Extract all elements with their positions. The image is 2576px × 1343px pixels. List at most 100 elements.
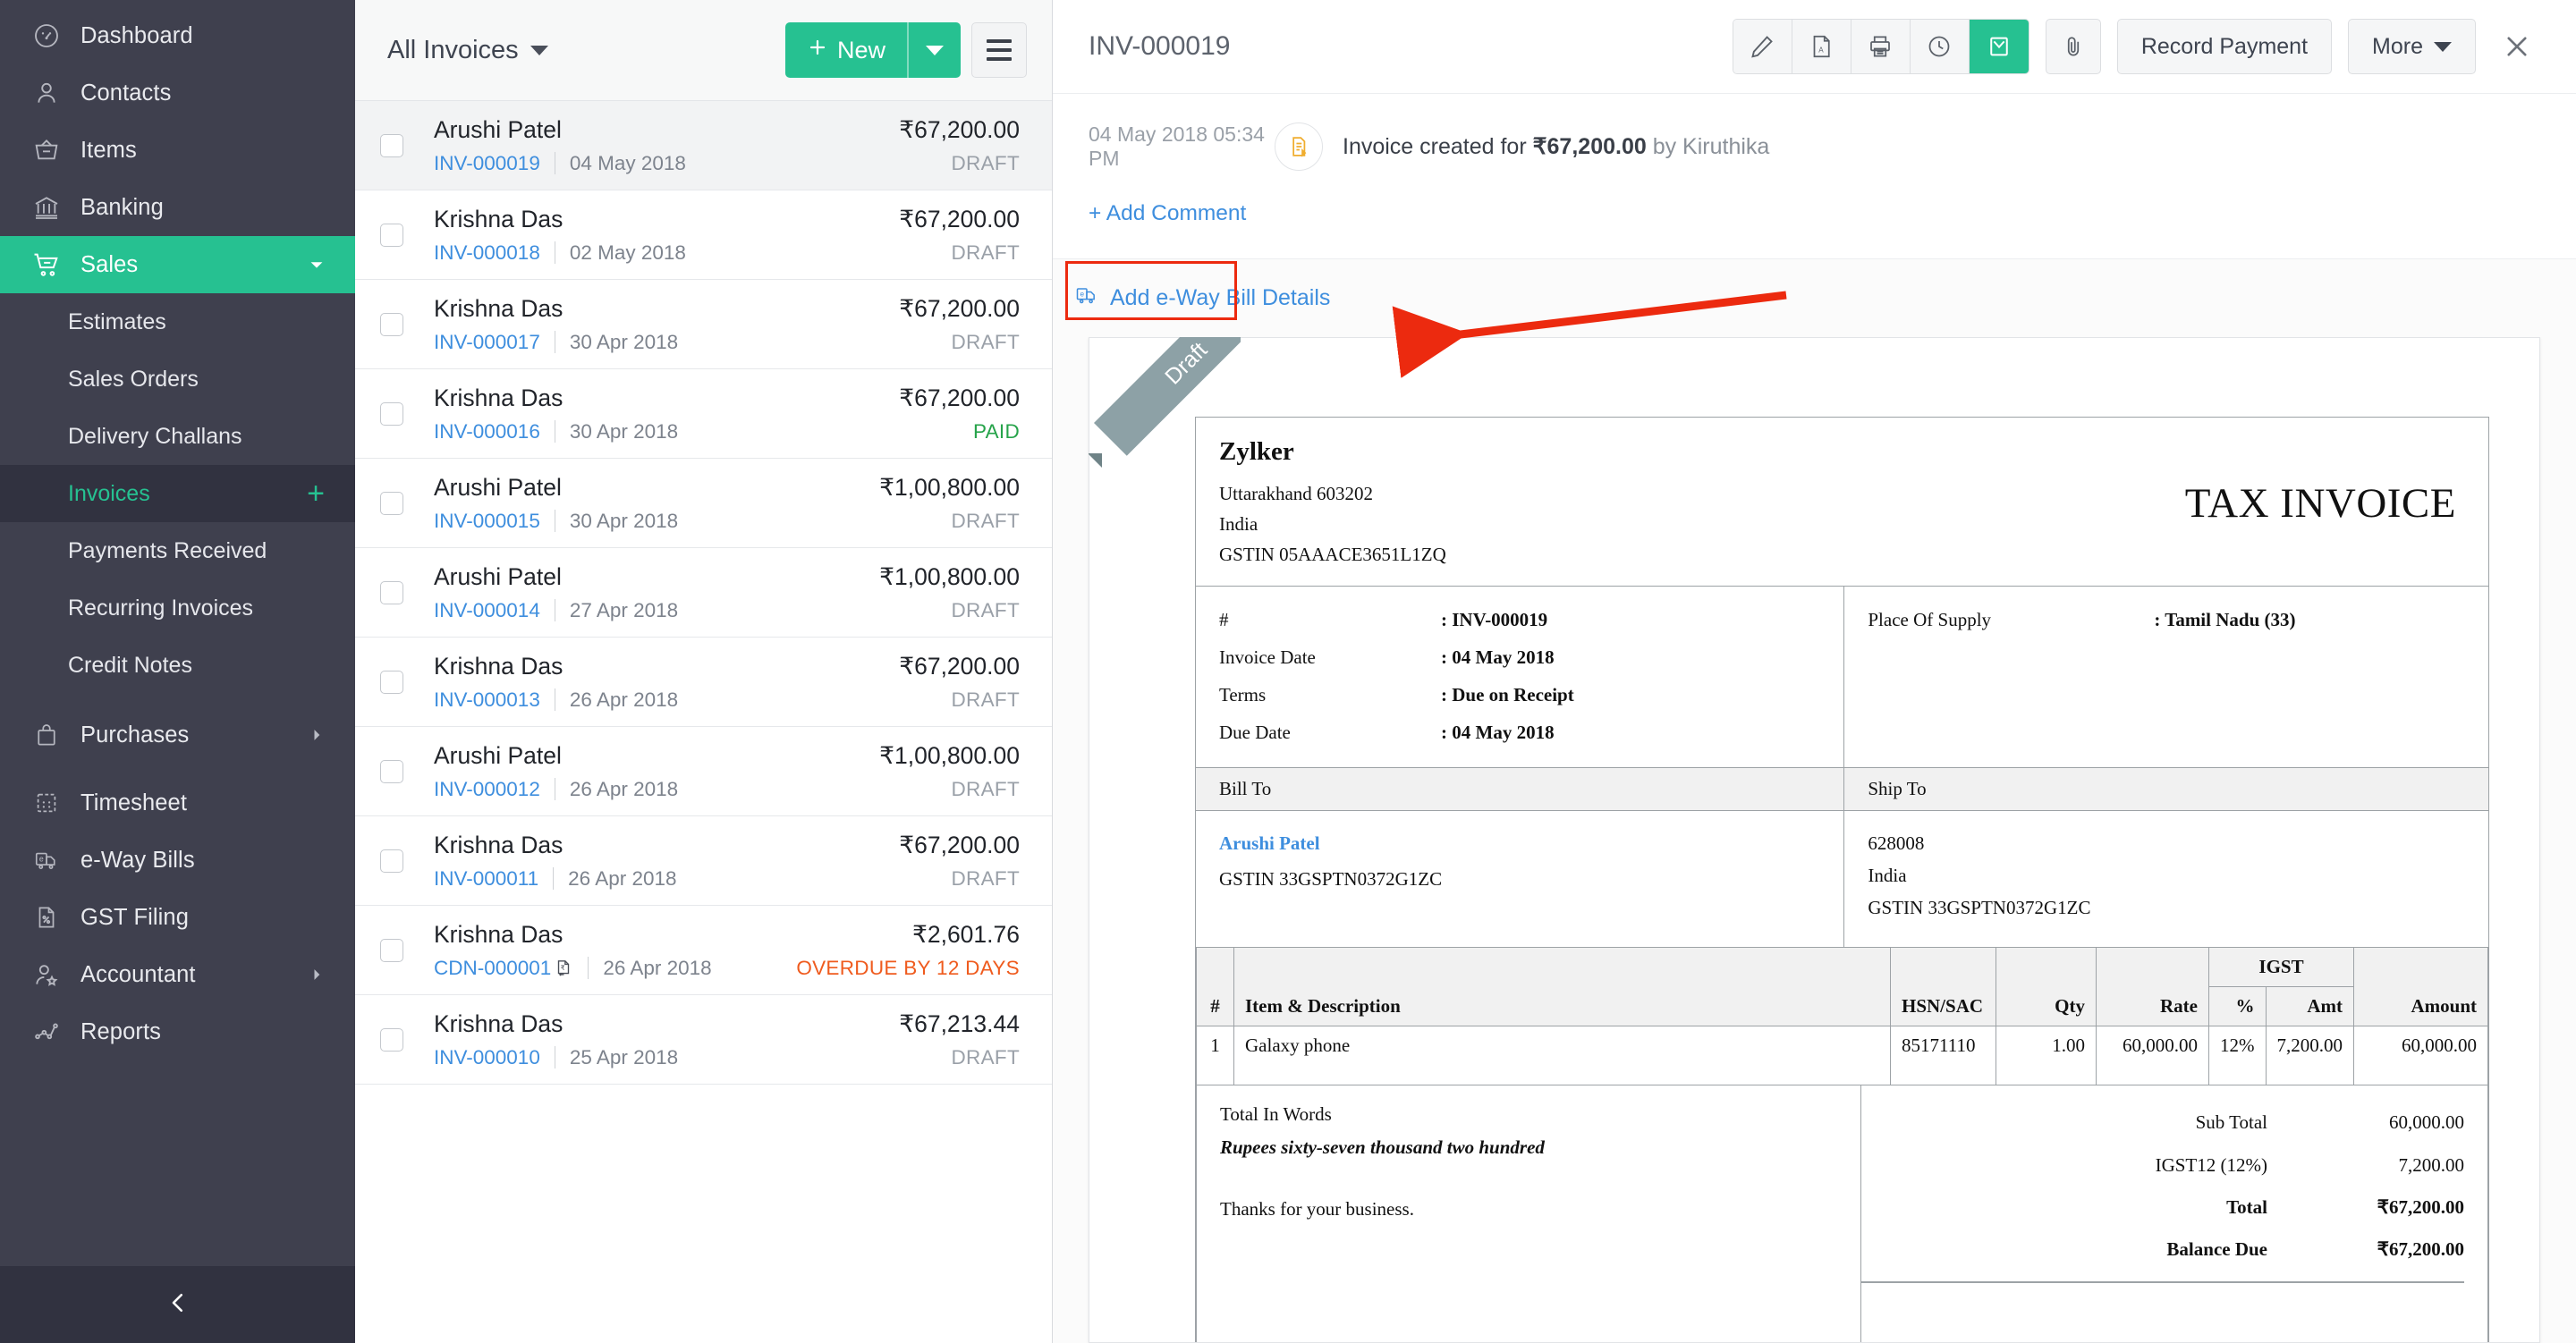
- total-value: 7,200.00: [2303, 1145, 2464, 1187]
- paperclip-icon[interactable]: [2046, 19, 2101, 74]
- sidebar-item-items[interactable]: Items: [0, 122, 355, 179]
- chevron-down-icon: [307, 255, 326, 275]
- sidebar-item-purchases[interactable]: Purchases: [0, 706, 355, 764]
- invoice-date: 02 May 2018: [570, 241, 686, 265]
- sidebar-item-timesheet[interactable]: Timesheet: [0, 774, 355, 832]
- clock-history-icon[interactable]: [1911, 20, 1970, 73]
- invoice-date: 27 Apr 2018: [570, 599, 678, 622]
- invoice-number-link[interactable]: INV-000012: [434, 778, 540, 801]
- record-payment-label: Record Payment: [2141, 34, 2308, 60]
- more-button[interactable]: More: [2348, 19, 2476, 74]
- page-title: INV-000019: [1089, 31, 1733, 62]
- eway-truck-icon: e: [30, 844, 63, 876]
- customer-name: Krishna Das: [434, 206, 885, 233]
- table-row[interactable]: Krishna DasINV-00001802 May 2018₹67,200.…: [355, 190, 1052, 280]
- customer-name: Krishna Das: [434, 295, 885, 323]
- sidebar-item-eway-bills[interactable]: e e-Way Bills: [0, 832, 355, 889]
- sidebar-item-gst-filing[interactable]: GST Filing: [0, 889, 355, 946]
- pdf-file-icon[interactable]: A: [1792, 20, 1852, 73]
- row-subline: CDN-000001₹26 Apr 2018: [434, 957, 782, 980]
- sidebar-item-dashboard[interactable]: Dashboard: [0, 7, 355, 64]
- bill-to-name[interactable]: Arushi Patel: [1219, 827, 1820, 859]
- document-type-title: TAX INVOICE: [2185, 479, 2465, 528]
- row-checkbox[interactable]: [380, 402, 403, 426]
- line-items-head: # Item & Description HSN/SAC Qty Rate IG…: [1197, 948, 2488, 1026]
- invoice-filter-dropdown[interactable]: All Invoices: [387, 36, 775, 65]
- row-checkbox[interactable]: [380, 224, 403, 247]
- total-line: Sub Total60,000.00: [1861, 1102, 2464, 1144]
- sidebar-item-sales[interactable]: Sales: [0, 236, 355, 293]
- add-invoice-icon[interactable]: +: [307, 478, 325, 509]
- table-row[interactable]: Krishna DasINV-00001730 Apr 2018₹67,200.…: [355, 280, 1052, 369]
- invoice-number-link[interactable]: INV-000016: [434, 420, 540, 443]
- sidebar-item-delivery-challans[interactable]: Delivery Challans: [0, 408, 355, 465]
- row-checkbox[interactable]: [380, 849, 403, 873]
- invoice-activity-section: 04 May 2018 05:34 PM Invoice created for…: [1053, 94, 2576, 259]
- invoice-amount: ₹67,200.00: [899, 384, 1020, 412]
- sidebar-item-estimates[interactable]: Estimates: [0, 293, 355, 351]
- close-x-icon[interactable]: [2488, 18, 2546, 75]
- total-label: Total: [2226, 1187, 2303, 1229]
- ship-to-line2: India: [1868, 859, 2465, 891]
- row-checkbox[interactable]: [380, 134, 403, 157]
- sidebar-item-payments-received[interactable]: Payments Received: [0, 522, 355, 579]
- invoice-number-link[interactable]: INV-000018: [434, 241, 540, 265]
- activity-text: Invoice created for ₹67,200.00 by Kiruth…: [1343, 133, 1769, 160]
- list-view-icon[interactable]: [971, 22, 1027, 78]
- invoice-number-text: INV-000010: [434, 1046, 540, 1068]
- table-row[interactable]: Arushi PatelINV-00001530 Apr 2018₹1,00,8…: [355, 459, 1052, 548]
- invoice-number-link[interactable]: INV-000011: [434, 867, 538, 891]
- row-checkbox[interactable]: [380, 760, 403, 783]
- sidebar-item-credit-notes[interactable]: Credit Notes: [0, 637, 355, 694]
- invoice-amount: ₹67,213.44: [899, 1010, 1020, 1038]
- new-invoice-dropdown-toggle[interactable]: [909, 22, 961, 78]
- invoice-number-link[interactable]: INV-000019: [434, 152, 540, 175]
- table-row[interactable]: Arushi PatelINV-00001226 Apr 2018₹1,00,8…: [355, 727, 1052, 816]
- table-row[interactable]: Krishna DasINV-00001326 Apr 2018₹67,200.…: [355, 638, 1052, 727]
- chevron-left-icon: [165, 1289, 191, 1321]
- row-right: ₹67,200.00DRAFT: [899, 832, 1020, 891]
- invoice-note-icon: [1275, 122, 1323, 171]
- sidebar-item-reports[interactable]: Reports: [0, 1003, 355, 1060]
- invoice-number-link[interactable]: INV-000015: [434, 510, 540, 533]
- table-row[interactable]: Krishna DasCDN-000001₹26 Apr 2018₹2,601.…: [355, 906, 1052, 995]
- row-right: ₹67,213.44DRAFT: [899, 1010, 1020, 1069]
- row-checkbox[interactable]: [380, 492, 403, 515]
- edit-pencil-icon[interactable]: [1733, 20, 1792, 73]
- new-invoice-main[interactable]: New: [785, 22, 907, 78]
- invoice-number-text: INV-000015: [434, 510, 540, 532]
- row-checkbox[interactable]: [380, 1028, 403, 1052]
- invoice-number-link[interactable]: INV-000013: [434, 688, 540, 712]
- invoice-list-body[interactable]: Arushi PatelINV-00001904 May 2018₹67,200…: [355, 101, 1052, 1343]
- table-row[interactable]: Krishna DasINV-00001126 Apr 2018₹67,200.…: [355, 816, 1052, 906]
- table-row[interactable]: Krishna DasINV-00001025 Apr 2018₹67,213.…: [355, 995, 1052, 1085]
- invoice-number-link[interactable]: INV-000017: [434, 331, 540, 354]
- sidebar-item-sales-orders[interactable]: Sales Orders: [0, 351, 355, 408]
- new-invoice-button[interactable]: New: [785, 22, 961, 78]
- table-row[interactable]: Arushi PatelINV-00001904 May 2018₹67,200…: [355, 101, 1052, 190]
- invoice-number-link[interactable]: CDN-000001₹: [434, 957, 573, 980]
- print-icon[interactable]: [1852, 20, 1911, 73]
- invoice-number-link[interactable]: INV-000010: [434, 1046, 540, 1069]
- table-row[interactable]: Krishna DasINV-00001630 Apr 2018₹67,200.…: [355, 369, 1052, 459]
- bill-to-gstin: GSTIN 33GSPTN0372G1ZC: [1219, 863, 1820, 895]
- sidebar-item-accountant[interactable]: Accountant: [0, 946, 355, 1003]
- sidebar-item-contacts[interactable]: Contacts: [0, 64, 355, 122]
- row-checkbox[interactable]: [380, 939, 403, 962]
- sidebar-item-banking[interactable]: Banking: [0, 179, 355, 236]
- sidebar-collapse-button[interactable]: [0, 1266, 355, 1343]
- sidebar-item-recurring-invoices[interactable]: Recurring Invoices: [0, 579, 355, 637]
- invoice-number-link[interactable]: INV-000014: [434, 599, 540, 622]
- row-checkbox[interactable]: [380, 581, 403, 604]
- email-envelope-icon[interactable]: [1970, 20, 2029, 73]
- table-row[interactable]: Arushi PatelINV-00001427 Apr 2018₹1,00,8…: [355, 548, 1052, 638]
- add-comment-link[interactable]: + Add Comment: [1089, 171, 1246, 258]
- row-checkbox[interactable]: [380, 671, 403, 694]
- record-payment-button[interactable]: Record Payment: [2117, 19, 2332, 74]
- col-header-rate: Rate: [2097, 948, 2209, 1026]
- invoice-date: 30 Apr 2018: [570, 510, 678, 533]
- hamburger-line: [987, 48, 1012, 52]
- accountant-icon: [30, 959, 63, 991]
- row-checkbox[interactable]: [380, 313, 403, 336]
- sidebar-item-invoices[interactable]: Invoices +: [0, 465, 355, 522]
